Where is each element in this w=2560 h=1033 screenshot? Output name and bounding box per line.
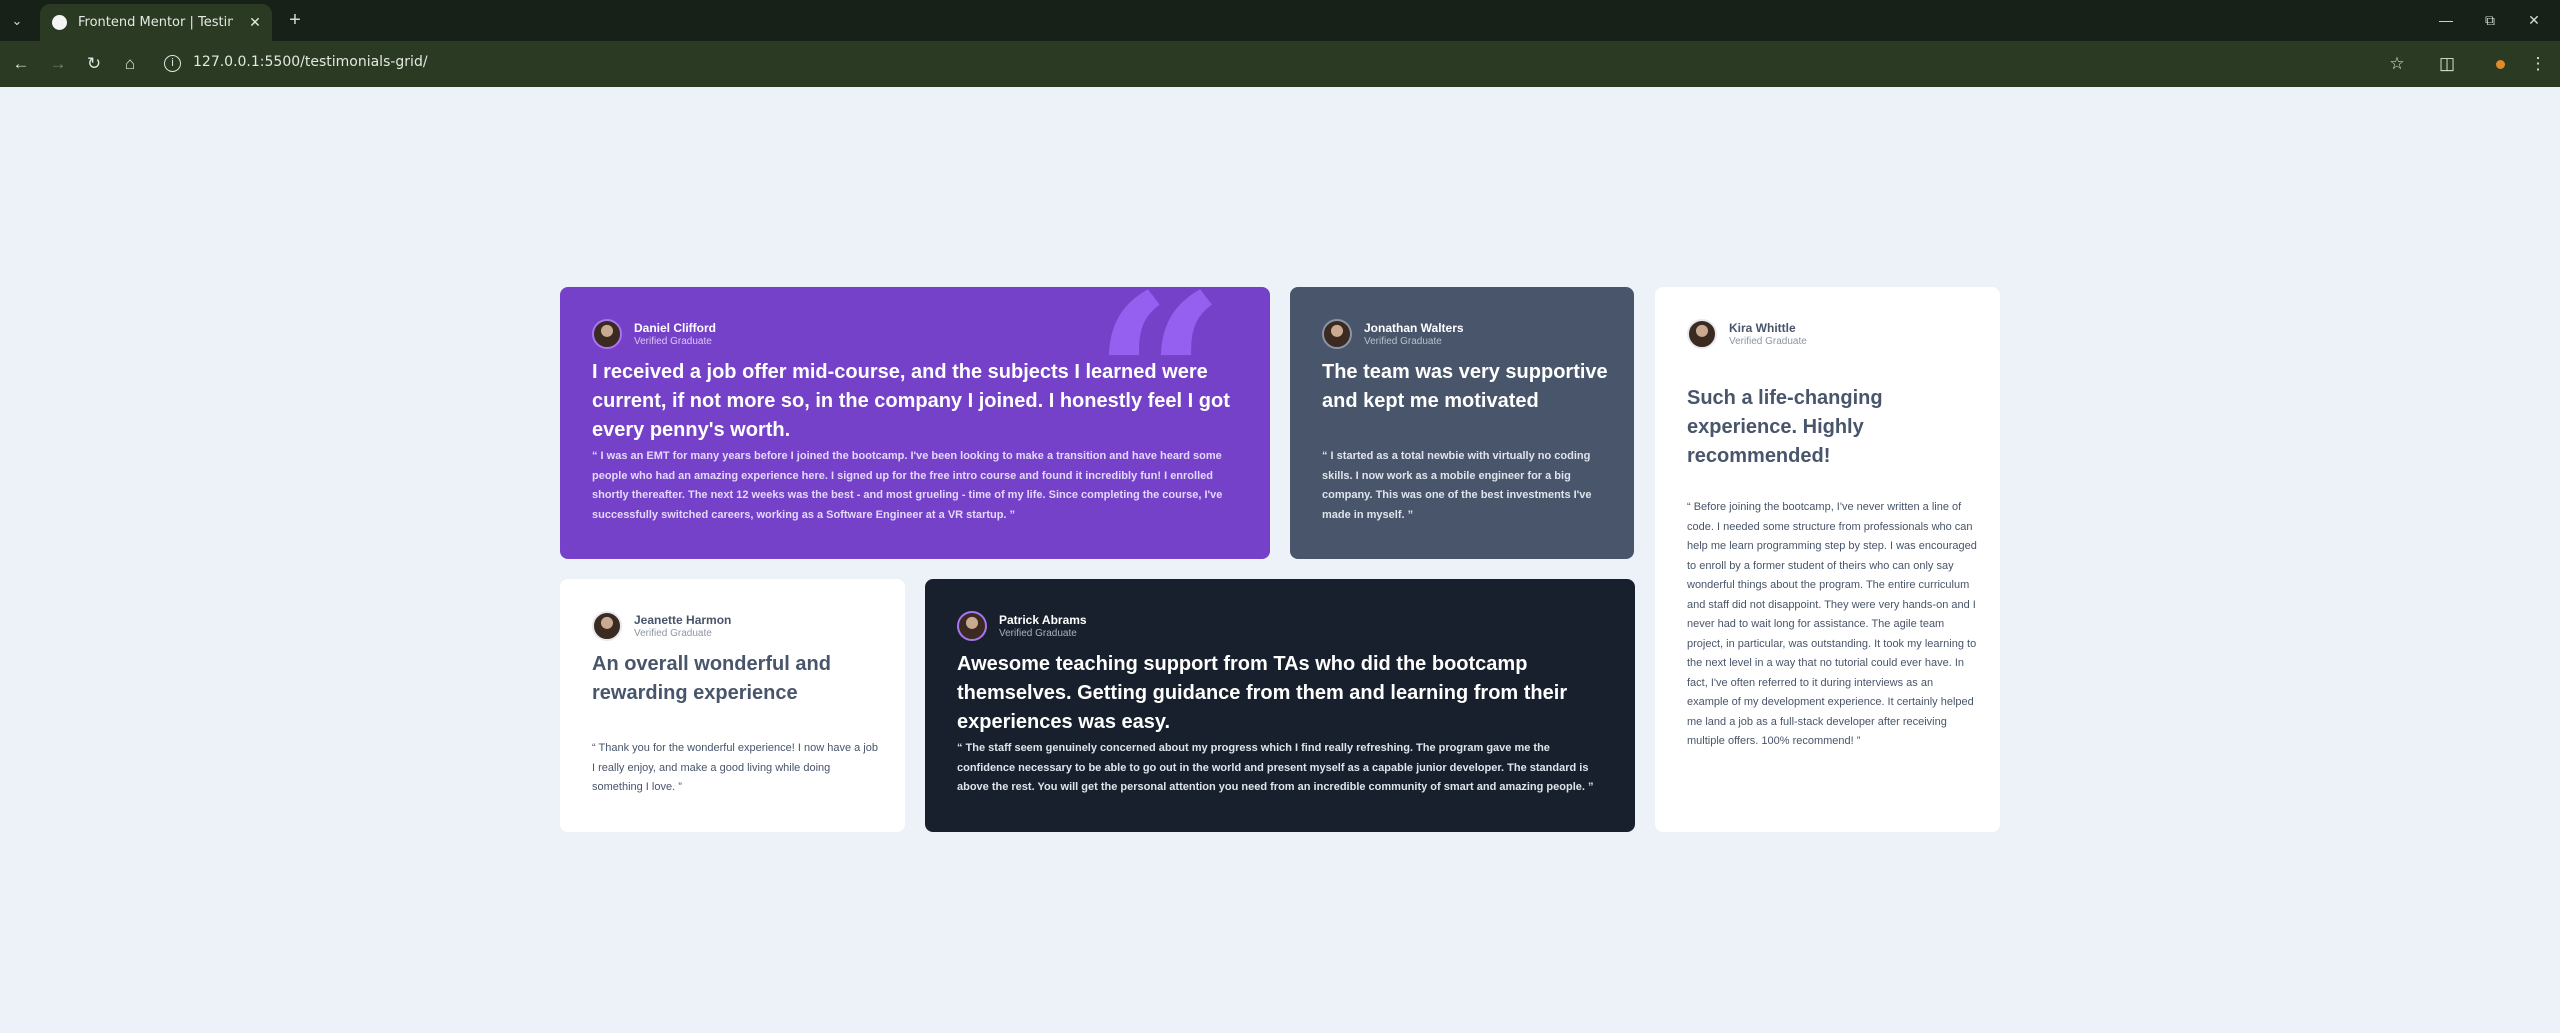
new-tab-plus-icon[interactable]: + [282,8,308,34]
author-name: Daniel Clifford [634,321,717,335]
avatar [957,611,987,641]
browser-tab-bar: ⌄ Frontend Mentor | Testimonials ✕ + — ⧉… [0,0,2560,41]
testimonial-headline: Such a life-changing experience. Highly … [1687,387,1883,467]
close-tab-icon[interactable]: ✕ [245,12,265,32]
testimonial-headline: An overall wonderful and rewarding exper… [592,653,831,704]
restore-icon[interactable]: ⧉ [2476,8,2504,32]
author-role: Verified Graduate [634,628,712,639]
minimize-icon[interactable]: — [2432,8,2460,32]
bookmark-star-icon[interactable]: ☆ [2384,51,2410,77]
testimonial-card-daniel: “ Daniel Clifford Verified Graduate I re… [560,287,1270,559]
author-role: Verified Graduate [1729,336,1807,347]
browser-toolbar: ← → ↻ ⌂ i 127.0.0.1:5500/testimonials-gr… [0,41,2560,87]
avatar [1687,319,1717,349]
reload-icon[interactable]: ↻ [81,51,107,77]
testimonial-card-jeanette: Jeanette Harmon Verified Graduate An ove… [560,579,905,832]
author-role: Verified Graduate [1364,336,1442,347]
testimonial-quote: “ I was an EMT for many years before I j… [592,450,1223,521]
testimonial-quote: “ I started as a total newbie with virtu… [1322,450,1592,521]
tab-search-chevron-icon[interactable]: ⌄ [6,10,28,32]
avatar [592,319,622,349]
site-info-icon[interactable]: i [164,55,181,72]
address-bar[interactable]: 127.0.0.1:5500/testimonials-grid/ [193,54,428,70]
browser-tab[interactable]: Frontend Mentor | Testimonials ✕ [40,4,272,41]
testimonial-card-kira: Kira Whittle Verified Graduate Such a li… [1655,287,2000,832]
author-name: Jeanette Harmon [634,613,732,627]
author-name: Patrick Abrams [999,613,1087,627]
testimonial-quote: “ The staff seem genuinely concerned abo… [957,742,1594,793]
profile-avatar-icon[interactable] [2487,52,2513,78]
avatar [1322,319,1352,349]
author-name: Kira Whittle [1729,321,1796,335]
more-menu-icon[interactable]: ⋮ [2525,51,2551,77]
author-name: Jonathan Walters [1364,321,1464,335]
author-role: Verified Graduate [634,336,712,347]
testimonial-quote: “ Thank you for the wonderful experience… [592,742,878,793]
author-role: Verified Graduate [999,628,1077,639]
avatar [592,611,622,641]
close-window-icon[interactable]: ✕ [2520,8,2548,32]
testimonial-card-jonathan: Jonathan Walters Verified Graduate The t… [1290,287,1634,559]
testimonial-quote: “ Before joining the bootcamp, I've neve… [1687,501,1977,747]
tab-title: Frontend Mentor | Testimonials [78,15,233,30]
testimonial-headline: Awesome teaching support from TAs who di… [957,653,1568,733]
back-arrow-icon[interactable]: ← [8,51,34,77]
testimonial-headline: I received a job offer mid-course, and t… [592,361,1230,441]
extensions-puzzle-icon[interactable]: ◫ [2434,51,2460,77]
testimonial-card-patrick: Patrick Abrams Verified Graduate Awesome… [925,579,1635,832]
testimonial-headline: The team was very supportive and kept me… [1322,361,1608,412]
home-icon[interactable]: ⌂ [117,51,143,77]
forward-arrow-icon[interactable]: → [45,51,71,77]
globe-icon [52,15,67,30]
